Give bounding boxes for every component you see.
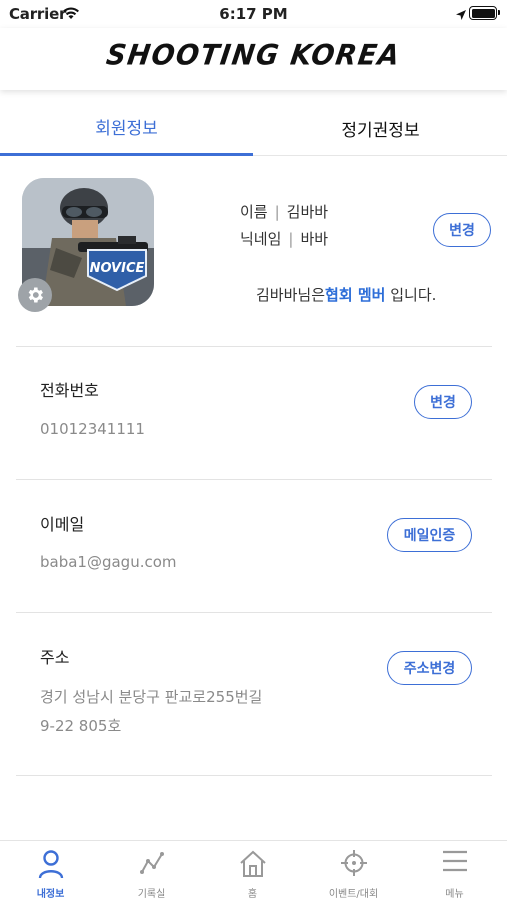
nav-label: 메뉴 [445, 889, 464, 900]
email-label: 이메일 [40, 515, 85, 534]
address-label: 주소 [40, 648, 70, 667]
app-logo: SHOOTING KOREA [104, 39, 403, 72]
nav-label: 홈 [247, 889, 258, 900]
name-value: 김바바 [286, 203, 329, 221]
member-prefix: 김바바님은 [256, 286, 326, 304]
person-icon [38, 849, 64, 883]
change-address-button[interactable]: 주소변경 [387, 651, 472, 685]
nav-label: 내정보 [36, 889, 65, 900]
divider [16, 775, 492, 776]
nav-menu[interactable]: 메뉴 [404, 841, 505, 900]
divider [16, 612, 492, 613]
change-phone-button[interactable]: 변경 [414, 385, 472, 419]
membership-status: 김바바님은협회 멤버 입니다. [256, 284, 436, 305]
nav-records[interactable]: 기록실 [101, 841, 202, 900]
menu-icon [442, 849, 468, 877]
crosshair-icon [340, 849, 368, 881]
novice-rank-badge: NOVICE [87, 249, 147, 292]
name-label: 이름 [240, 203, 268, 221]
tab-member-info[interactable]: 회원정보 [0, 100, 253, 156]
nav-my-info[interactable]: 내정보 [0, 841, 101, 900]
name-row: 이름 | 김바바 [240, 203, 329, 221]
app-header: SHOOTING KOREA [0, 28, 507, 90]
nickname-row: 닉네임 | 바바 [240, 230, 329, 248]
divider [16, 479, 492, 480]
email-verify-button[interactable]: 메일인증 [387, 518, 472, 552]
divider [16, 346, 492, 347]
nickname-label: 닉네임 [240, 230, 282, 248]
address-line-1: 경기 성남시 분당구 판교로255번길 [40, 688, 263, 706]
clock: 6:17 PM [219, 5, 288, 23]
profile-section: NOVICE 이름 | 김바바 닉네임 | 바바 변경 김바바님은협회 멤버 입니다. [0, 156, 507, 346]
address-line-2: 9-22 805호 [40, 717, 122, 735]
novice-badge-text: NOVICE [90, 261, 145, 276]
member-highlight: 협회 멤버 [325, 286, 386, 304]
phone-label: 전화번호 [40, 381, 99, 400]
battery-icon [469, 6, 500, 20]
nav-events[interactable]: 이벤트/대회 [303, 841, 404, 900]
tab-pass-info[interactable]: 정기권정보 [254, 100, 507, 156]
settings-gear-icon[interactable] [18, 278, 52, 312]
nickname-value: 바바 [300, 230, 329, 248]
chart-line-icon [139, 849, 165, 881]
change-profile-button[interactable]: 변경 [433, 213, 491, 247]
home-icon [238, 849, 268, 883]
member-suffix: 입니다. [385, 286, 437, 304]
nav-label: 기록실 [137, 889, 166, 900]
phone-value: 01012341111 [40, 420, 145, 438]
bottom-nav: 내정보 기록실 홈 이벤트/대회 메뉴 [0, 840, 507, 900]
tab-bar: 회원정보 정기권정보 [0, 100, 507, 156]
email-value: baba1@gagu.com [40, 553, 177, 571]
status-bar: Carrier 6:17 PM [0, 0, 507, 28]
nav-label: 이벤트/대회 [328, 889, 379, 900]
nav-home[interactable]: 홈 [202, 841, 303, 900]
location-arrow-icon [455, 6, 467, 25]
